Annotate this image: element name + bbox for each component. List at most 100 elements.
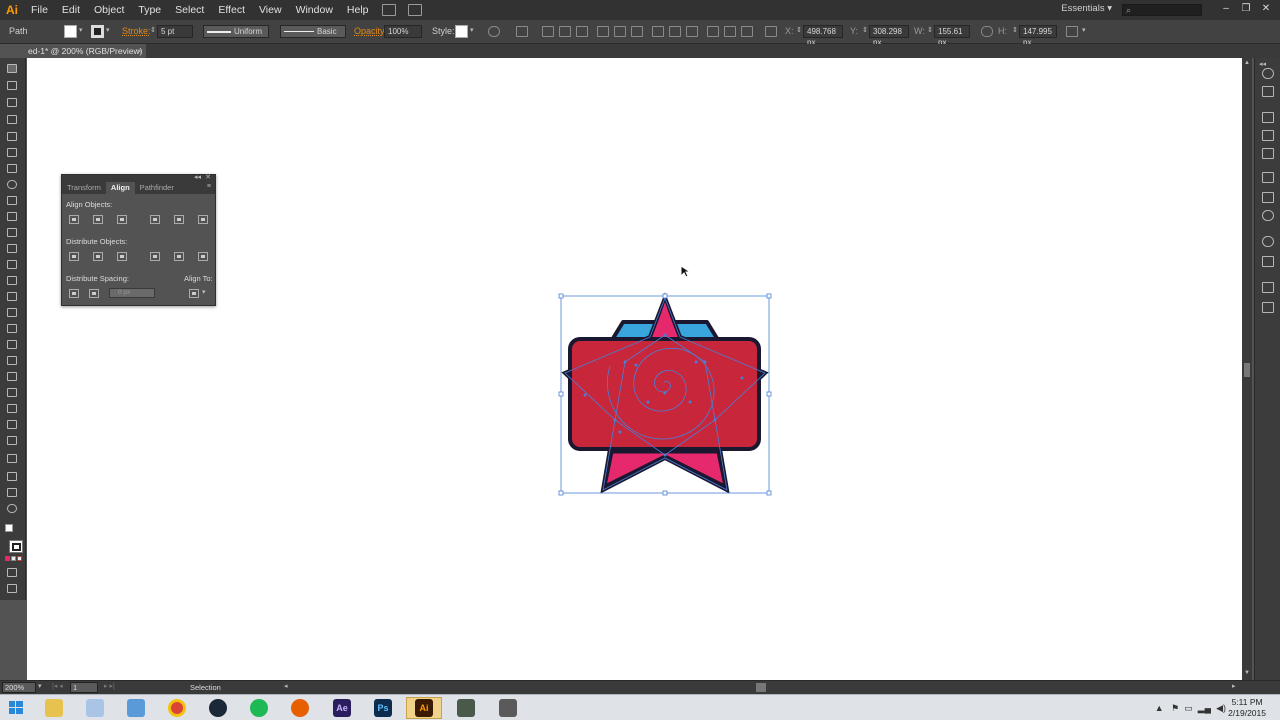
vertical-distribute-space-icon[interactable] (69, 289, 79, 298)
taskbar-firefox[interactable] (282, 697, 318, 719)
taskbar-documents[interactable] (118, 697, 154, 719)
tab-pathfinder[interactable]: Pathfinder (135, 182, 179, 194)
transform-reference-icon[interactable] (765, 26, 777, 37)
menu-effect[interactable]: Effect (211, 0, 252, 20)
gradient-tool-icon[interactable] (7, 372, 19, 383)
menu-help[interactable]: Help (340, 0, 376, 20)
taskbar-illustrator[interactable]: Ai (406, 697, 442, 719)
mesh-tool-icon[interactable] (7, 356, 19, 367)
network-icon[interactable]: ▂▄ (1198, 703, 1211, 713)
start-button-icon[interactable] (4, 698, 28, 718)
slice-tool-icon[interactable] (7, 472, 19, 483)
horizontal-align-right-icon[interactable] (117, 215, 127, 224)
none-mode-icon[interactable] (17, 556, 22, 561)
spiral-tool-icon[interactable] (7, 164, 19, 175)
align-right-icon[interactable] (576, 26, 588, 37)
stroke-profile-select[interactable]: Uniform (203, 25, 269, 38)
color-guide-icon[interactable] (1262, 68, 1274, 79)
panel-title-bar[interactable]: ◂◂ ✕ (62, 173, 215, 182)
taskbar-chrome[interactable] (159, 697, 195, 719)
layers-panel-icon[interactable] (1262, 282, 1274, 293)
taskbar-steam[interactable] (200, 697, 236, 719)
y-stepper-icon[interactable]: ⇕ (862, 26, 868, 34)
stroke-label[interactable]: Stroke: (122, 26, 151, 36)
vertical-distribute-bottom-icon[interactable] (117, 252, 127, 261)
search-input[interactable]: ⌕ (1122, 4, 1202, 16)
draw-mode-icon[interactable] (7, 568, 19, 579)
w-stepper-icon[interactable]: ⇕ (927, 26, 933, 34)
first-artboard-icon[interactable]: |◂ ◂ (52, 682, 63, 690)
taskbar-photoshop[interactable]: Ps (365, 697, 401, 719)
style-swatch[interactable] (455, 25, 468, 38)
scroll-right-icon[interactable]: ▸ (1232, 682, 1236, 690)
artboard-tool-icon[interactable] (7, 454, 19, 465)
taskbar-clock[interactable]: 5:11 PM 2/19/2015 (1228, 697, 1266, 719)
scroll-up-icon[interactable]: ▲ (1244, 60, 1250, 66)
constrain-proportions-icon[interactable] (981, 26, 993, 37)
ellipse-tool-icon[interactable] (7, 180, 19, 191)
pen-tool-icon[interactable] (7, 132, 19, 143)
document-tab[interactable]: ed-1* @ 200% (RGB/Preview) × (26, 44, 146, 58)
horizontal-distribute-center-icon[interactable] (174, 252, 184, 261)
blob-brush-tool-icon[interactable] (7, 228, 19, 239)
tab-transform[interactable]: Transform (62, 182, 106, 194)
align-top-icon[interactable] (597, 26, 609, 37)
arrange-documents-icon[interactable] (407, 4, 422, 16)
menu-type[interactable]: Type (131, 0, 168, 20)
horizontal-scroll-thumb[interactable] (756, 683, 766, 692)
control-menu-icon[interactable]: ▾ (1082, 26, 1086, 34)
x-field[interactable]: 498.768 px (803, 25, 843, 47)
align-to-icon[interactable] (516, 26, 528, 37)
collapse-panel-icon[interactable]: ◂◂ (194, 173, 201, 181)
close-panel-icon[interactable]: ✕ (205, 173, 211, 181)
align-to-dropdown-icon[interactable]: ▾ (202, 288, 206, 296)
scale-tool-icon[interactable] (7, 276, 19, 287)
menu-window[interactable]: Window (289, 0, 340, 20)
expand-dock-icon[interactable]: ◂◂ (1259, 60, 1266, 68)
horizontal-distribute-right-icon[interactable] (198, 252, 208, 261)
stroke-weight-field[interactable]: 5 pt (157, 25, 193, 38)
close-tab-icon[interactable]: × (137, 44, 142, 58)
volume-icon[interactable]: ◀) (1216, 703, 1226, 713)
zoom-select[interactable]: 200% (2, 682, 36, 693)
align-bottom-icon[interactable] (631, 26, 643, 37)
fill-swatch[interactable] (64, 25, 77, 38)
opacity-label[interactable]: Opacity: (354, 26, 387, 36)
vertical-distribute-center-icon[interactable] (93, 252, 103, 261)
horizontal-align-center-icon[interactable] (93, 215, 103, 224)
menu-object[interactable]: Object (87, 0, 131, 20)
y-field[interactable]: 308.298 px (869, 25, 909, 47)
bridge-icon[interactable] (381, 4, 396, 16)
magic-wand-tool-icon[interactable] (7, 98, 19, 109)
system-tray[interactable]: ▲ ⚑ ▭ ▂▄ ◀) (1155, 703, 1226, 714)
distribute-vcenter-icon[interactable] (669, 26, 681, 37)
vertical-align-center-icon[interactable] (174, 215, 184, 224)
stroke-stepper-icon[interactable]: ⇕ (150, 26, 156, 34)
default-fill-icon[interactable] (5, 524, 13, 532)
next-artboard-icon[interactable]: ▸ ▸| (104, 682, 115, 690)
pencil-tool-icon[interactable] (7, 212, 19, 223)
h-field[interactable]: 147.995 px (1019, 25, 1057, 47)
lasso-tool-icon[interactable] (7, 115, 19, 126)
gradient-panel-icon[interactable] (1262, 192, 1274, 203)
paintbrush-tool-icon[interactable] (7, 196, 19, 207)
badge-artwork[interactable] (27, 58, 1242, 680)
distribute-right-icon[interactable] (741, 26, 753, 37)
selection-tool-icon[interactable] (7, 64, 19, 75)
artboard-canvas[interactable] (27, 58, 1242, 680)
close-window-icon[interactable]: ✕ (1256, 0, 1276, 20)
flag-icon[interactable]: ⚑ (1171, 703, 1179, 713)
appearance-panel-icon[interactable] (1262, 236, 1274, 247)
h-stepper-icon[interactable]: ⇕ (1012, 26, 1018, 34)
taskbar-tool-b[interactable] (490, 697, 526, 719)
scroll-down-icon[interactable]: ▼ (1244, 670, 1250, 676)
artboards-panel-icon[interactable] (1262, 302, 1274, 313)
hand-tool-icon[interactable] (7, 488, 19, 499)
menu-view[interactable]: View (252, 0, 289, 20)
stroke-dropdown-icon[interactable]: ▾ (106, 26, 110, 34)
zoom-dropdown-icon[interactable]: ▾ (38, 682, 42, 690)
artboard-number-field[interactable]: 1 (70, 682, 98, 693)
free-transform-tool-icon[interactable] (7, 308, 19, 319)
width-tool-icon[interactable] (7, 292, 19, 303)
taskbar-spotify[interactable] (241, 697, 277, 719)
